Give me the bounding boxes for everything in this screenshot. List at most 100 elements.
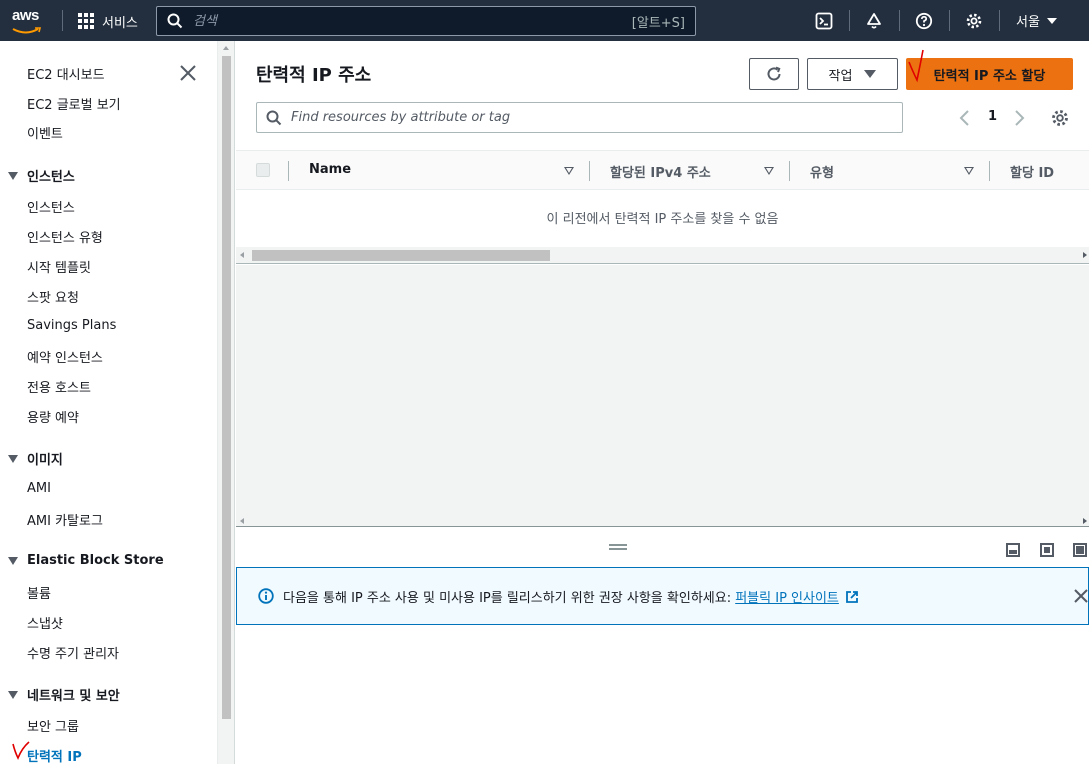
- sidebar-item-dedicated-hosts[interactable]: 전용 호스트: [27, 377, 91, 396]
- table-preferences-button[interactable]: [1050, 108, 1070, 128]
- aws-logo-text: aws: [12, 7, 39, 24]
- sidebar-item-instances[interactable]: 인스턴스: [27, 197, 75, 216]
- top-navigation-bar: aws 서비스 [알트+S]: [0, 0, 1089, 41]
- sidebar-section-instances[interactable]: 인스턴스: [8, 166, 75, 185]
- empty-table-message: 이 리전에서 탄력적 IP 주소를 찾을 수 없음: [546, 212, 779, 227]
- page-title: 탄력적 IP 주소: [256, 65, 372, 86]
- sidebar-item-ami[interactable]: AMI: [27, 481, 51, 496]
- sidebar-item-lifecycle-manager[interactable]: 수명 주기 관리자: [27, 643, 119, 662]
- next-page-button[interactable]: [1011, 108, 1027, 128]
- table-header: Name 할당된 IPv4 주소 유형 할당 ID: [236, 150, 1089, 190]
- sidebar-navigation: EC2 대시보드 EC2 글로벌 보기 이벤트 인스턴스 인스턴스 인스턴스 유…: [0, 41, 218, 764]
- help-button[interactable]: [913, 10, 935, 32]
- bell-icon: [867, 13, 881, 29]
- search-icon: [167, 13, 183, 29]
- sidebar-item-reserved-instances[interactable]: 예약 인스턴스: [27, 347, 103, 366]
- sidebar-item-savings-plans[interactable]: Savings Plans: [27, 318, 116, 333]
- sidebar-item-ec2-global-view[interactable]: EC2 글로벌 보기: [27, 94, 121, 113]
- scroll-right-arrow-icon[interactable]: [1083, 252, 1087, 258]
- resource-filter-input[interactable]: [291, 110, 902, 125]
- aws-smile-icon: [12, 27, 42, 34]
- info-banner-text: 다음을 통해 IP 주소 사용 및 미사용 IP를 릴리스하기 위한 권장 사항…: [283, 591, 736, 606]
- sidebar-item-volumes[interactable]: 볼륨: [27, 583, 51, 602]
- search-shortcut-hint: [알트+S]: [631, 15, 685, 31]
- public-ip-insights-link[interactable]: 퍼블릭 IP 인사이트: [735, 591, 839, 606]
- caret-down-icon: [1046, 17, 1057, 24]
- resource-filter[interactable]: [256, 102, 903, 133]
- sort-icon[interactable]: [764, 167, 774, 175]
- column-divider[interactable]: [789, 161, 790, 181]
- services-label: 서비스: [102, 15, 138, 31]
- sidebar-item-launch-templates[interactable]: 시작 템플릿: [27, 257, 91, 276]
- column-header-allocation-id[interactable]: 할당 ID: [1010, 162, 1054, 181]
- allocate-elastic-ip-button[interactable]: 탄력적 IP 주소 할당: [906, 58, 1073, 90]
- sidebar-item-events[interactable]: 이벤트: [27, 123, 63, 142]
- column-divider: [288, 161, 289, 181]
- chevron-left-icon: [959, 110, 969, 126]
- sort-icon[interactable]: [564, 167, 574, 175]
- split-panel-background: [236, 265, 1089, 515]
- dismiss-banner-button[interactable]: [1073, 588, 1089, 604]
- refresh-button[interactable]: [749, 58, 799, 90]
- split-horizontal-scrollbar[interactable]: [236, 515, 1089, 527]
- sidebar-scrollbar[interactable]: [218, 41, 235, 764]
- current-page-number[interactable]: 1: [988, 109, 997, 124]
- table-horizontal-scrollbar[interactable]: [236, 247, 1089, 264]
- sidebar-close-button[interactable]: [178, 63, 198, 83]
- allocate-button-label: 탄력적 IP 주소 할당: [933, 68, 1046, 84]
- sidebar-item-ec2-dashboard[interactable]: EC2 대시보드: [27, 64, 105, 83]
- column-header-name[interactable]: Name: [309, 162, 351, 177]
- sidebar-item-spot-requests[interactable]: 스팟 요청: [27, 287, 79, 306]
- caret-down-icon: [8, 690, 18, 699]
- split-bottom-layout-icon[interactable]: [1006, 543, 1020, 557]
- cloudshell-button[interactable]: [813, 10, 835, 32]
- nav-divider: [949, 10, 950, 31]
- global-search-box[interactable]: [알트+S]: [156, 6, 696, 36]
- column-header-allocated-ipv4[interactable]: 할당된 IPv4 주소: [610, 162, 711, 181]
- sidebar-section-ebs[interactable]: Elastic Block Store: [8, 553, 164, 568]
- external-link-icon[interactable]: [845, 590, 859, 604]
- split-panel-resize-handle[interactable]: [609, 544, 627, 552]
- services-menu-button[interactable]: 서비스: [78, 11, 138, 31]
- sidebar-item-instance-types[interactable]: 인스턴스 유형: [27, 227, 103, 246]
- table-scrollbar-thumb[interactable]: [252, 250, 550, 261]
- region-selector[interactable]: 서울: [1016, 11, 1057, 30]
- sidebar-item-snapshots[interactable]: 스냅샷: [27, 613, 63, 632]
- actions-dropdown-button[interactable]: 작업: [807, 58, 898, 90]
- scroll-left-arrow-icon[interactable]: [240, 518, 244, 524]
- sidebar-item-ami-catalog[interactable]: AMI 카탈로그: [27, 510, 103, 529]
- main-content: 탄력적 IP 주소 작업 탄력적 IP 주소 할당 1: [236, 41, 1089, 764]
- caret-down-icon: [8, 171, 18, 180]
- aws-logo[interactable]: aws: [12, 8, 48, 34]
- info-banner: 다음을 통해 IP 주소 사용 및 미사용 IP를 릴리스하기 위한 권장 사항…: [236, 567, 1089, 625]
- nav-divider: [62, 10, 63, 31]
- sidebar-section-images[interactable]: 이미지: [8, 449, 63, 468]
- scroll-right-arrow-icon[interactable]: [1083, 518, 1087, 524]
- sidebar-scrollbar-thumb[interactable]: [222, 56, 231, 719]
- column-header-type[interactable]: 유형: [810, 162, 834, 181]
- notifications-button[interactable]: [863, 10, 885, 32]
- global-search-input[interactable]: [193, 13, 632, 29]
- settings-button[interactable]: [963, 10, 985, 32]
- column-divider[interactable]: [589, 161, 590, 181]
- settings-icon: [1052, 110, 1068, 126]
- sidebar-item-security-groups[interactable]: 보안 그룹: [27, 716, 79, 735]
- select-all-checkbox[interactable]: [256, 163, 270, 177]
- sidebar-item-capacity-reservations[interactable]: 용량 예약: [27, 407, 79, 426]
- close-icon: [1074, 589, 1088, 603]
- cloudshell-icon: [815, 12, 833, 30]
- refresh-icon: [767, 66, 781, 81]
- sidebar-section-label: 네트워크 및 보안: [27, 689, 120, 704]
- sidebar-section-network-security[interactable]: 네트워크 및 보안: [8, 685, 120, 704]
- sidebar-item-elastic-ip[interactable]: 탄력적 IP: [27, 746, 82, 764]
- scroll-up-arrow-icon[interactable]: [223, 46, 229, 50]
- info-icon: [258, 588, 274, 604]
- scroll-left-arrow-icon[interactable]: [240, 252, 244, 258]
- chevron-right-icon: [1015, 110, 1025, 126]
- sort-icon[interactable]: [964, 167, 974, 175]
- previous-page-button[interactable]: [957, 108, 973, 128]
- split-side-layout-icon[interactable]: [1040, 543, 1054, 557]
- split-full-layout-icon[interactable]: [1073, 543, 1087, 557]
- help-icon: [915, 12, 933, 30]
- column-divider[interactable]: [989, 161, 990, 181]
